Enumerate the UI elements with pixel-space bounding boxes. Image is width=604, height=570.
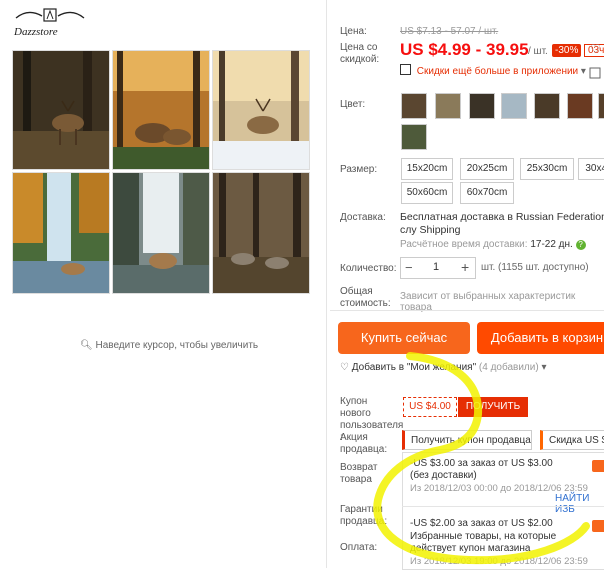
coupon-2-get-button[interactable] <box>592 520 604 532</box>
find-items-link[interactable]: НАЙТИ ИЗБ <box>555 493 604 515</box>
new-user-coupon-value: US $4.00 <box>403 397 457 417</box>
gallery-thumb-waterfall-deer-2[interactable] <box>112 172 210 294</box>
coupon-2-line2: Избранные товары, на которые <box>410 531 557 542</box>
qr-code-icon <box>400 64 411 75</box>
shipping-method[interactable]: Бесплатная доставка в Russian Federation… <box>400 211 604 237</box>
quantity-available: шт. (1155 шт. доступно) <box>481 262 589 273</box>
size-option-25x30[interactable]: 25x30cm <box>520 158 574 180</box>
add-to-cart-button[interactable]: Добавить в корзин <box>477 322 604 354</box>
divider <box>326 0 327 568</box>
wishlist-count: (4 добавили) <box>478 362 539 373</box>
section-divider <box>330 310 604 311</box>
seller-coupon-dropdown[interactable]: Получить купон продавца ▾ <box>402 430 532 466</box>
size-option-50x60[interactable]: 50x60cm <box>401 182 453 204</box>
color-swatch-7[interactable] <box>598 93 604 119</box>
heart-icon: ♡ <box>340 362 349 373</box>
product-gallery: Dazzstore 🔍︎ Наведите курсор, чтобы увел… <box>0 0 326 568</box>
coupon-2-dates: Из 2018/12/03 19:00 до 2018/12/06 23:59 <box>410 556 588 567</box>
get-coupon-button[interactable]: ПОЛУЧИТЬ <box>458 397 528 417</box>
size-option-30x40[interactable]: 30x40 <box>578 158 604 180</box>
color-swatch-1[interactable] <box>401 93 427 119</box>
delivery-time-value: 17-22 дн. <box>530 239 573 250</box>
seller-discount-dropdown[interactable]: Скидка US $1 <box>540 430 604 450</box>
gallery-thumb-deer-winter[interactable] <box>212 50 310 170</box>
store-logo-text: Dazzstore <box>14 26 58 38</box>
old-price: US $7.13 - 57.07 / шт. <box>400 26 499 37</box>
color-swatch-8[interactable] <box>401 124 427 150</box>
coupon-2-line3: действует купон магазина <box>410 543 531 554</box>
size-option-15x20[interactable]: 15x20cm <box>401 158 453 180</box>
wishlist-link[interactable]: ♡ Добавить в "Мои желания" (4 добавили) … <box>340 362 547 373</box>
app-promo-link[interactable]: Скидки ещё больше в приложении ▾ <box>400 64 586 77</box>
current-price: US $4.99 - 39.95 <box>400 40 529 59</box>
quantity-increase-button[interactable]: + <box>461 259 469 275</box>
color-swatch-3[interactable] <box>469 93 495 119</box>
guarantee-label: Гарантии продавца: <box>340 504 388 527</box>
magnifier-icon: 🔍︎ <box>80 340 93 351</box>
coupon-2-line1: -US $2.00 за заказ от US $2.00 <box>410 518 553 529</box>
chevron-down-icon: ▾ <box>541 362 547 373</box>
quantity-decrease-button[interactable]: − <box>405 260 413 275</box>
delivery-time: Расчётное время доставки: 17-22 дн. ? <box>400 239 586 250</box>
discount-badge: -30% <box>552 44 582 57</box>
buy-now-button[interactable]: Купить сейчас <box>338 322 470 354</box>
share-icon[interactable] <box>588 66 604 80</box>
coupon-separator <box>402 506 604 507</box>
total-label: Общая стоимость: <box>340 286 391 309</box>
app-promo-text: Скидки ещё больше в приложении <box>416 66 579 77</box>
coupon-1-line2: (без доставки) <box>410 470 477 481</box>
gallery-thumb-deer-forest[interactable] <box>12 50 110 170</box>
chevron-down-icon: ▾ <box>580 66 586 77</box>
return-label: Возврат товара <box>340 462 378 485</box>
color-swatch-4[interactable] <box>501 93 527 119</box>
seller-coupon-dropdown-text: Получить купон продавца <box>411 435 531 446</box>
color-swatch-6[interactable] <box>567 93 593 119</box>
quantity-stepper: − 1 + <box>400 257 476 279</box>
zoom-hint: 🔍︎ Наведите курсор, чтобы увеличить <box>80 340 258 351</box>
zoom-hint-text: Наведите курсор, чтобы увеличить <box>95 340 259 351</box>
wishlist-text: Добавить в "Мои желания" <box>351 362 477 373</box>
size-option-60x70[interactable]: 60x70cm <box>460 182 514 204</box>
favorite-icon[interactable]: ♡ <box>590 42 601 56</box>
help-icon[interactable]: ? <box>575 240 586 250</box>
quantity-label: Количество: <box>340 263 397 274</box>
price-per-unit: / шт. <box>528 46 548 57</box>
logo-ornament-icon <box>15 8 85 22</box>
coupon-1-line1: -US $3.00 за заказ от US $3.00 <box>410 458 553 469</box>
delivery-time-label: Расчётное время доставки: <box>400 239 528 250</box>
price-label: Цена: <box>340 26 367 37</box>
discount-price-label: Цена со скидкой: <box>340 42 380 65</box>
color-swatch-5[interactable] <box>534 93 560 119</box>
color-swatch-2[interactable] <box>435 93 461 119</box>
gallery-thumb-wolves-forest[interactable] <box>212 172 310 294</box>
gallery-thumb-waterfall-deer[interactable] <box>12 172 110 294</box>
coupon-1-get-button[interactable] <box>592 460 604 472</box>
seller-promo-label: Акция продавца: <box>340 432 388 455</box>
color-label: Цвет: <box>340 99 366 110</box>
shipping-label: Доставка: <box>340 212 386 223</box>
size-option-20x25[interactable]: 20x25cm <box>460 158 514 180</box>
store-logo[interactable] <box>8 6 92 44</box>
size-label: Размер: <box>340 164 378 175</box>
gallery-thumb-deer-autumn[interactable] <box>112 50 210 170</box>
quantity-input[interactable]: 1 <box>433 261 439 273</box>
payment-label: Оплата: <box>340 542 378 553</box>
